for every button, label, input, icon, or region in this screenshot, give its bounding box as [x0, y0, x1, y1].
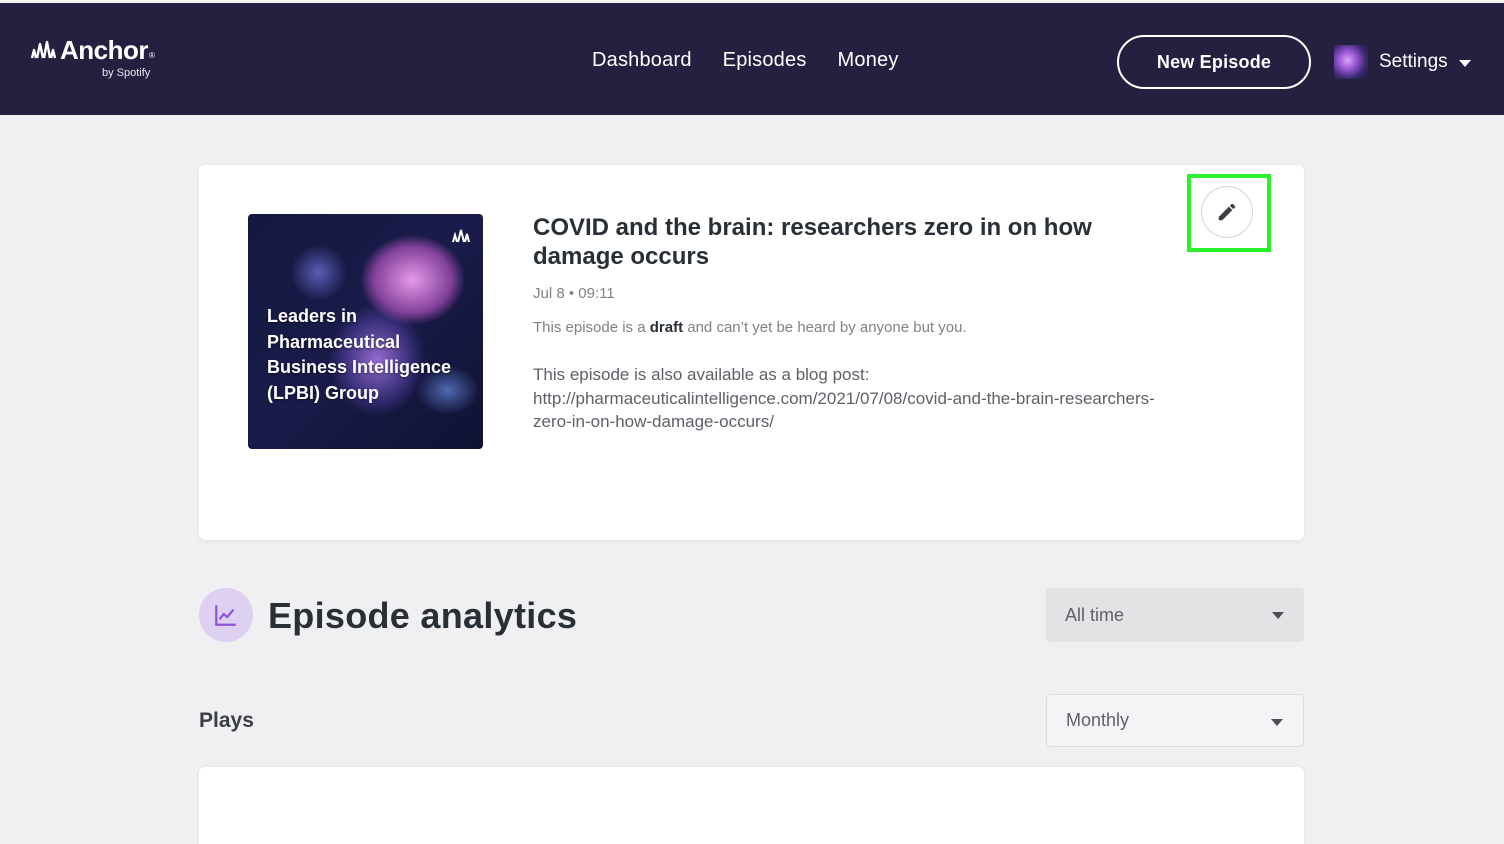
settings-label: Settings [1379, 51, 1448, 72]
artwork-text: Leaders in Pharmaceutical Business Intel… [267, 306, 452, 403]
analytics-heading: Episode analytics [268, 595, 578, 636]
main-nav: Dashboard Episodes Money [592, 49, 899, 72]
draft-notice: This episode is a draft and can’t yet be… [533, 319, 967, 336]
chevron-down-icon [1458, 60, 1471, 67]
edit-episode-button[interactable] [1201, 186, 1253, 238]
nav-episodes[interactable]: Episodes [723, 49, 807, 72]
draft-notice-suffix: and can’t yet be heard by anyone but you… [683, 319, 967, 336]
draft-notice-prefix: This episode is a [533, 319, 650, 336]
pencil-icon [1218, 203, 1236, 221]
episode-title: COVID and the brain: researchers zero in… [533, 214, 1092, 270]
brand-registered-mark: ® [149, 51, 155, 60]
episode-date-duration: Jul 8 • 09:11 [533, 285, 615, 302]
plays-chart-card [199, 767, 1304, 844]
time-range-select[interactable]: All time [1046, 588, 1304, 642]
top-navigation-bar: Anchor ® by Spotify Dashboard Episodes M… [0, 0, 1504, 115]
dropdown-arrow-icon [1271, 719, 1283, 726]
nav-dashboard[interactable]: Dashboard [592, 49, 692, 72]
anchor-watermark-icon [452, 229, 470, 243]
dropdown-arrow-icon [1272, 612, 1284, 619]
new-episode-button[interactable]: New Episode [1117, 35, 1311, 89]
plays-period-value: Monthly [1066, 710, 1130, 730]
settings-menu[interactable]: Settings [1379, 51, 1471, 73]
episode-artwork: Leaders in Pharmaceutical Business Intel… [248, 214, 483, 449]
avatar[interactable] [1334, 45, 1368, 79]
analytics-badge [199, 588, 253, 642]
episode-card: Leaders in Pharmaceutical Business Intel… [199, 165, 1304, 540]
anchor-waveform-icon [30, 40, 56, 58]
plays-heading: Plays [199, 709, 254, 732]
brand-subtitle: by Spotify [102, 67, 151, 79]
draft-word: draft [649, 319, 684, 336]
chart-line-icon [215, 605, 236, 626]
plays-period-select[interactable]: Monthly [1046, 694, 1304, 747]
episode-description: This episode is also available as a blog… [533, 365, 1155, 431]
brand-name: Anchor [60, 35, 149, 65]
anchor-logo[interactable]: Anchor ® by Spotify [30, 35, 155, 79]
time-range-value: All time [1065, 604, 1125, 625]
nav-money[interactable]: Money [838, 49, 899, 72]
